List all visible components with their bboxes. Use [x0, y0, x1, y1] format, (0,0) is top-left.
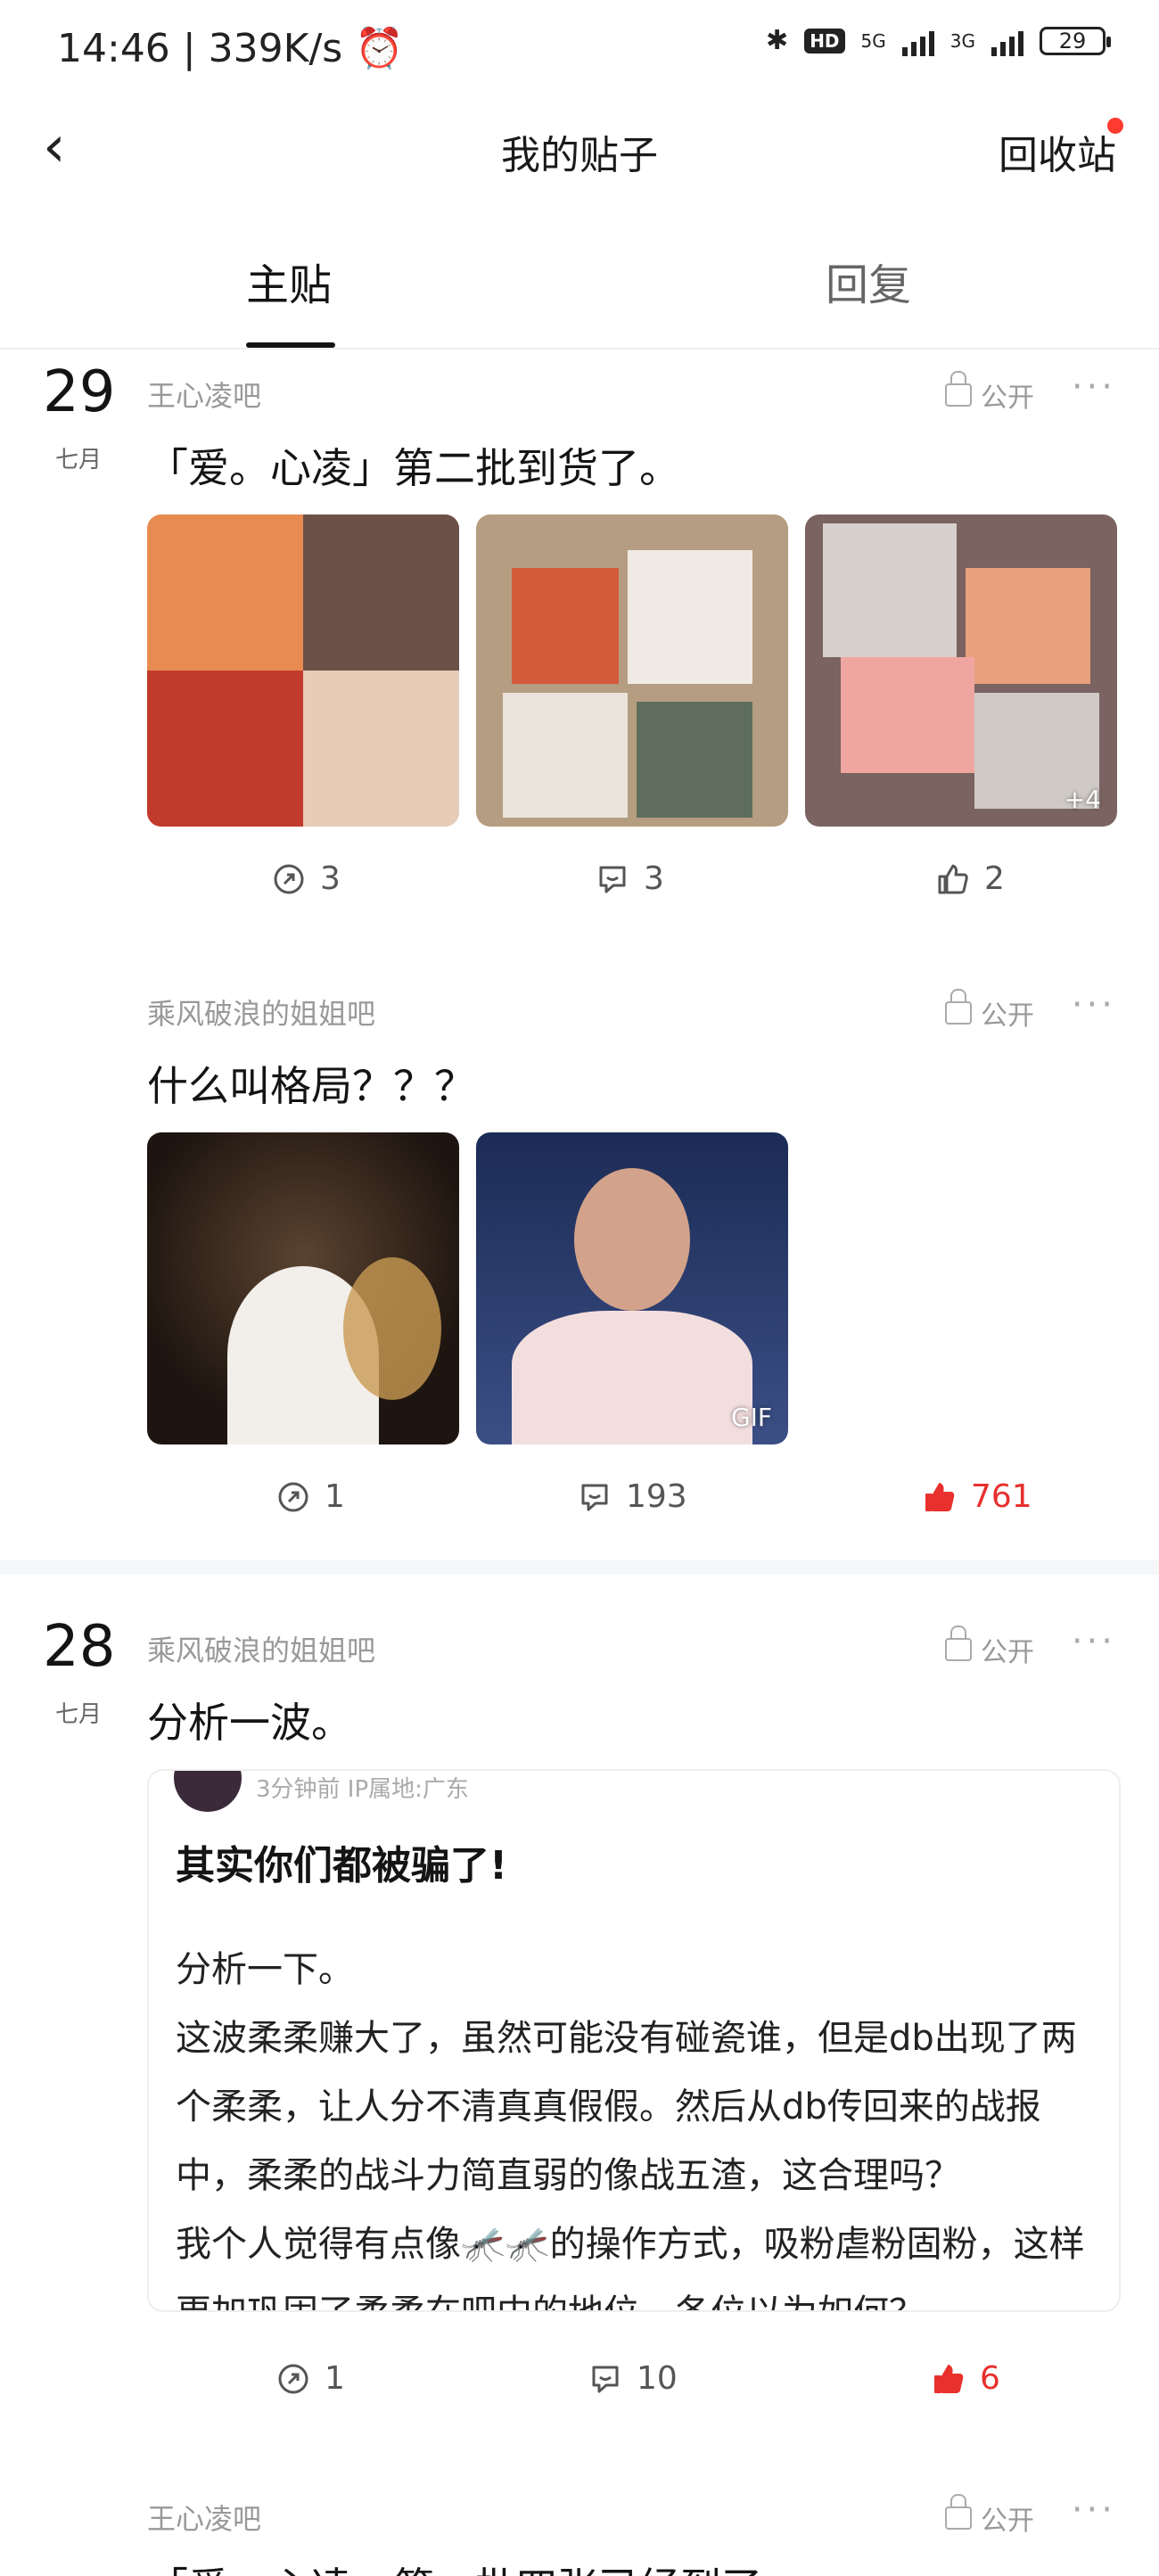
post-image[interactable]: [476, 514, 788, 827]
share-button[interactable]: 3: [272, 860, 341, 897]
forum-name[interactable]: 王心凌吧: [147, 374, 261, 415]
quoted-post[interactable]: 3分钟前 IP属地:广东 其实你们都被骗了! 分析一下。 这波柔柔赚大了，虽然可…: [147, 1769, 1121, 2312]
quoted-post-body: 分析一下。 这波柔柔赚大了，虽然可能没有碰瓷谁，但是db出现了两个柔柔，让人分不…: [176, 1949, 1085, 2310]
post-title[interactable]: 「爱。心凌」第一批四张已经到了。: [147, 2555, 803, 2576]
comment-button[interactable]: 193: [578, 1478, 687, 1515]
thumbs-up-icon: [936, 862, 970, 896]
post-date-day: 29: [43, 359, 116, 425]
thumbs-up-icon: [932, 2362, 966, 2396]
bluetooth-icon: ✱: [766, 25, 789, 56]
network-3g: 3G: [949, 29, 975, 52]
comment-button[interactable]: 10: [588, 2360, 678, 2397]
status-right: ✱ HD 5G 3G 29: [766, 25, 1111, 56]
page-title: 我的贴子: [501, 133, 658, 178]
tab-main-posts[interactable]: 主贴: [246, 250, 332, 312]
post-image[interactable]: +4: [805, 514, 1117, 827]
comment-button[interactable]: 3: [596, 860, 664, 897]
status-bar: 14:46 | 339K/s ⏰ ✱ HD 5G 3G 29: [0, 0, 1159, 98]
post-image[interactable]: [147, 1132, 459, 1444]
battery-icon: 29: [1040, 26, 1111, 55]
post-card[interactable]: 乘风破浪的姐姐吧 公开 ··· 什么叫格局？？？ GIF 1 193 761: [0, 979, 1159, 1550]
share-icon: [276, 2362, 310, 2396]
post-image[interactable]: GIF: [476, 1132, 788, 1444]
forum-name[interactable]: 王心凌吧: [147, 2497, 261, 2538]
post-title[interactable]: 分析一波。: [147, 1691, 352, 1749]
comment-icon: [578, 1480, 612, 1514]
quoted-post-title: 其实你们都被骗了!: [176, 1843, 508, 1889]
share-icon: [272, 862, 306, 896]
like-button[interactable]: 6: [932, 2360, 1000, 2397]
post-date-day: 28: [43, 1614, 116, 1680]
visibility-label[interactable]: 公开: [945, 2494, 1034, 2538]
like-button[interactable]: 761: [923, 1478, 1032, 1515]
active-tab-indicator: [246, 342, 335, 348]
thumbs-up-icon: [923, 1480, 957, 1514]
clock: 14:46: [57, 26, 170, 71]
comment-icon: [596, 862, 629, 896]
like-button[interactable]: 2: [936, 860, 1005, 897]
share-icon: [276, 1480, 310, 1514]
post-actions: 3 3 2: [0, 860, 1159, 914]
post-date-month: 七月: [55, 1701, 103, 1728]
post-image[interactable]: [147, 514, 459, 827]
post-card[interactable]: 28 七月 乘风破浪的姐姐吧 公开 ··· 分析一波。 3分钟前 IP属地:广东…: [0, 1616, 1159, 2436]
share-button[interactable]: 1: [276, 2360, 345, 2397]
post-card[interactable]: 王心凌吧 公开 ··· 「爱。心凌」第一批四张已经到了。: [0, 2484, 1159, 2576]
post-title[interactable]: 「爱。心凌」第二批到货了。: [147, 436, 680, 495]
forum-name[interactable]: 乘风破浪的姐姐吧: [147, 1628, 375, 1669]
more-icon[interactable]: ···: [1072, 984, 1116, 1025]
avatar: [174, 1771, 242, 1812]
more-icon[interactable]: ···: [1072, 366, 1116, 407]
section-divider: [0, 1560, 1159, 1575]
lock-icon: [945, 2494, 972, 2530]
post-date-month: 七月: [55, 447, 103, 473]
tabs: 主贴 回复: [0, 223, 1159, 350]
quoted-post-meta: 3分钟前 IP属地:广东: [256, 1776, 469, 1803]
tab-replies[interactable]: 回复: [826, 250, 911, 312]
more-icon[interactable]: ···: [1072, 2490, 1116, 2531]
post-actions: 1 10 6: [0, 2360, 1159, 2414]
network-speed: 339K/s: [208, 26, 343, 71]
notification-dot: [1107, 118, 1123, 134]
recycle-bin-button[interactable]: 回收站: [999, 123, 1116, 180]
share-button[interactable]: 1: [276, 1478, 345, 1515]
signal-icon: [901, 26, 934, 56]
comment-icon: [588, 2362, 622, 2396]
status-left: 14:46 | 339K/s ⏰: [57, 26, 405, 71]
hd-badge: HD: [804, 28, 845, 53]
gif-badge: GIF: [730, 1403, 772, 1432]
lock-icon: [945, 371, 972, 407]
post-actions: 1 193 761: [0, 1478, 1159, 1532]
more-images-count: +4: [1064, 785, 1101, 814]
visibility-label[interactable]: 公开: [945, 1625, 1034, 1669]
network-5g: 5G: [860, 29, 886, 52]
alarm-icon: ⏰: [355, 26, 405, 71]
lock-icon: [945, 989, 972, 1025]
nav-bar: ‹ 我的贴子 回收站: [0, 98, 1159, 196]
visibility-label[interactable]: 公开: [945, 989, 1034, 1033]
forum-name[interactable]: 乘风破浪的姐姐吧: [147, 992, 375, 1033]
signal-icon-2: [991, 26, 1023, 56]
post-title[interactable]: 什么叫格局？？？: [147, 1054, 475, 1113]
lock-icon: [945, 1625, 972, 1661]
visibility-label[interactable]: 公开: [945, 371, 1034, 415]
more-icon[interactable]: ···: [1072, 1621, 1116, 1662]
post-card[interactable]: 29 七月 王心凌吧 公开 ··· 「爱。心凌」第二批到货了。 +4 3 3 2: [0, 361, 1159, 950]
